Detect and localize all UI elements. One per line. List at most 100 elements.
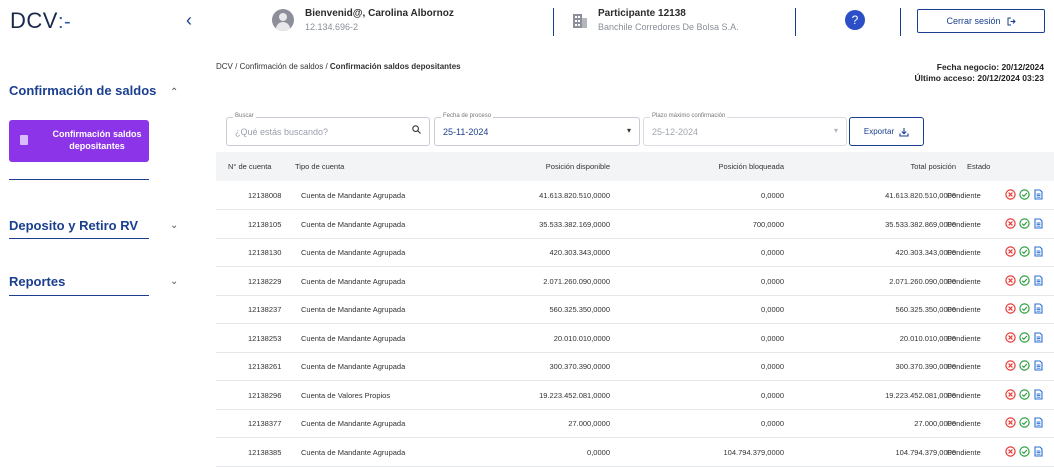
table-row: 12138253 Cuenta de Mandante Agrupada 20.01… — [216, 324, 1054, 353]
document-icon[interactable] — [1033, 331, 1044, 343]
export-button[interactable]: Exportar — [849, 117, 924, 146]
cell-tipo: Cuenta de Mandante Agrupada — [301, 276, 406, 286]
reject-icon[interactable] — [1005, 217, 1016, 229]
plazo-value: 25-12-2024 — [652, 127, 699, 137]
document-icon[interactable] — [1033, 303, 1044, 314]
collapse-sidebar-icon[interactable]: ‹ — [186, 10, 192, 31]
row-actions — [1005, 388, 1044, 400]
sidebar-divider — [9, 295, 149, 296]
table-row: 12138237 Cuenta de Mandante Agrupada 560.3… — [216, 295, 1054, 324]
cell-cuenta: 12138296 — [248, 390, 282, 400]
approve-icon[interactable] — [1019, 274, 1030, 286]
cell-disponible: 20.010.010,0000 — [553, 333, 610, 343]
cell-tipo: Cuenta de Mandante Agrupada — [301, 191, 406, 200]
reject-icon[interactable] — [1005, 189, 1016, 200]
chevron-down-icon[interactable]: ⌄ — [170, 220, 178, 231]
reject-icon[interactable] — [1005, 360, 1016, 371]
document-icon[interactable] — [1033, 388, 1044, 400]
help-icon[interactable]: ? — [845, 10, 865, 30]
approve-icon[interactable] — [1019, 246, 1030, 257]
sidebar-section-reportes[interactable]: Reportes — [9, 274, 65, 289]
search-placeholder: ¿Qué estás buscando? — [235, 127, 329, 137]
cell-estado: Pendiente — [947, 191, 981, 200]
document-icon[interactable] — [1033, 246, 1044, 257]
approve-icon[interactable] — [1019, 388, 1030, 400]
table-row: 12138008 Cuenta de Mandante Agrupada 41.61… — [216, 181, 1054, 210]
fecha-proceso-select[interactable]: Fecha de proceso 25-11-2024 ▾ — [434, 113, 640, 146]
cell-estado: Pendiente — [947, 390, 981, 400]
cell-disponible: 35.533.382.169,0000 — [539, 219, 610, 229]
reject-icon[interactable] — [1005, 417, 1016, 428]
reject-icon[interactable] — [1005, 331, 1016, 343]
breadcrumb-root[interactable]: DCV — [216, 62, 233, 71]
sidebar-section-confirmacion[interactable]: Confirmación de saldos — [9, 83, 156, 98]
breadcrumb-level1[interactable]: Confirmación de saldos — [240, 62, 324, 71]
document-icon[interactable] — [1033, 274, 1044, 286]
cell-cuenta: 12138377 — [248, 419, 282, 428]
cell-cuenta: 12138008 — [248, 191, 282, 200]
table-row: 12138385 Cuenta de Mandante Agrupada 0,000… — [216, 438, 1054, 467]
approve-icon[interactable] — [1019, 360, 1030, 371]
cell-bloqueada: 0,0000 — [761, 248, 784, 257]
search-input[interactable]: Buscar ¿Qué estás buscando? — [226, 113, 430, 146]
cell-tipo: Cuenta de Mandante Agrupada — [301, 248, 406, 257]
cell-disponible: 2.071.260.090,0000 — [543, 276, 610, 286]
cell-bloqueada: 700,0000 — [752, 219, 784, 229]
cell-disponible: 420.303.343,0000 — [549, 248, 610, 257]
chevron-up-icon[interactable]: ⌃ — [170, 87, 178, 98]
approve-icon[interactable] — [1019, 189, 1030, 200]
approve-icon[interactable] — [1019, 303, 1030, 314]
reject-icon[interactable] — [1005, 274, 1016, 286]
cell-disponible: 41.613.820.510,0000 — [539, 191, 610, 200]
approve-icon[interactable] — [1019, 217, 1030, 229]
breadcrumb-current: Confirmación saldos depositantes — [329, 62, 461, 71]
user-name: Bienvenid@, Carolina Albornoz — [305, 8, 454, 19]
fecha-proceso-label: Fecha de proceso — [441, 113, 494, 119]
approve-icon[interactable] — [1019, 417, 1030, 428]
document-icon[interactable] — [1033, 417, 1044, 428]
cell-tipo: Cuenta de Mandante Agrupada — [301, 362, 406, 371]
approve-icon[interactable] — [1019, 445, 1030, 457]
logo-mark: :- — [57, 11, 72, 33]
document-icon — [20, 135, 28, 145]
reject-icon[interactable] — [1005, 445, 1016, 457]
header-total: Total posición — [910, 162, 956, 171]
table-row: 12138105 Cuenta de Mandante Agrupada 35.53… — [216, 210, 1054, 239]
reject-icon[interactable] — [1005, 246, 1016, 257]
sidebar-divider — [9, 238, 149, 239]
document-icon[interactable] — [1033, 189, 1044, 200]
reject-icon[interactable] — [1005, 388, 1016, 400]
table-row: 12138377 Cuenta de Mandante Agrupada 27.00… — [216, 409, 1054, 438]
sidebar-item-label: Confirmación saldos depositantes — [52, 129, 142, 151]
cell-cuenta: 12138237 — [248, 305, 282, 314]
search-label: Buscar — [233, 113, 256, 119]
chevron-down-icon[interactable]: ⌄ — [170, 276, 178, 287]
search-icon[interactable] — [412, 125, 421, 134]
reject-icon[interactable] — [1005, 303, 1016, 314]
logout-button[interactable]: Cerrar sesión — [917, 9, 1045, 33]
cell-total: 2.071.260.090,0000 — [889, 276, 956, 286]
approve-icon[interactable] — [1019, 331, 1030, 343]
sidebar-item-confirmacion-depositantes[interactable]: Confirmación saldos depositantes — [9, 120, 149, 162]
cell-bloqueada: 0,0000 — [761, 191, 784, 200]
header-tipo: Tipo de cuenta — [295, 162, 345, 171]
row-actions — [1005, 417, 1044, 428]
cell-cuenta: 12138130 — [248, 248, 282, 257]
table-row: 12138261 Cuenta de Mandante Agrupada 300.3… — [216, 352, 1054, 381]
table-row: 12138130 Cuenta de Mandante Agrupada 420.3… — [216, 238, 1054, 267]
document-icon[interactable] — [1033, 360, 1044, 371]
logout-label: Cerrar sesión — [946, 16, 1001, 26]
document-icon[interactable] — [1033, 217, 1044, 229]
cell-estado: Pendiente — [947, 333, 981, 343]
header-divider — [795, 8, 796, 36]
cell-bloqueada: 0,0000 — [761, 305, 784, 314]
cell-tipo: Cuenta de Mandante Agrupada — [301, 305, 406, 314]
row-actions — [1005, 217, 1044, 229]
user-rut: 12.134.696-2 — [305, 22, 359, 32]
chevron-down-icon: ▾ — [626, 126, 631, 135]
sidebar-section-deposito[interactable]: Deposito y Retiro RV — [9, 218, 138, 233]
plazo-confirmacion-select[interactable]: Plazo máximo confirmación 25-12-2024 ▾ — [643, 113, 847, 146]
document-icon[interactable] — [1033, 445, 1044, 457]
cell-estado: Pendiente — [947, 362, 981, 371]
cell-disponible: 560.325.350,0000 — [549, 305, 610, 314]
